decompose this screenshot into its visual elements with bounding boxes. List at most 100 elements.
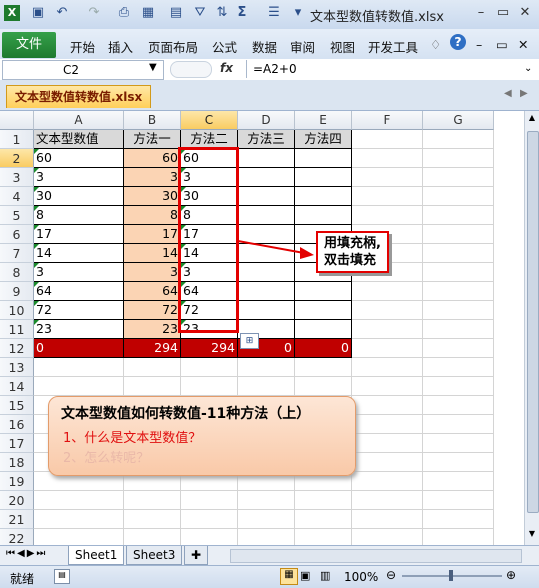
cell[interactable]: 0 [34,339,124,358]
cell[interactable] [423,396,494,415]
chevron-down-icon[interactable]: ▼ [149,62,157,73]
cell[interactable] [352,453,423,472]
borders-icon[interactable]: ▦ [140,5,156,21]
cell[interactable] [423,377,494,396]
filter-icon[interactable]: ⛛ [192,5,208,21]
cell[interactable] [423,415,494,434]
row-header[interactable]: 16 [0,415,34,434]
cell[interactable] [124,377,181,396]
cell[interactable] [423,358,494,377]
cell[interactable] [124,358,181,377]
column-header[interactable]: F [352,111,423,130]
row-header[interactable]: 7 [0,244,34,263]
tab-review[interactable]: 审阅 [290,37,315,56]
cell[interactable] [295,491,352,510]
print-preview-icon[interactable]: ⎙ [116,5,132,21]
sum-icon[interactable]: Σ [234,5,250,21]
row-header[interactable]: 20 [0,491,34,510]
cell[interactable] [238,149,295,168]
cell[interactable] [34,358,124,377]
cell[interactable]: 3 [124,168,181,187]
row-header[interactable]: 18 [0,453,34,472]
ribbon-restore-icon[interactable]: ▭ [496,37,508,52]
scroll-up-icon[interactable]: ▲ [527,113,537,125]
maximize-button[interactable]: ▭ [492,4,514,22]
cell[interactable]: 72 [124,301,181,320]
cell[interactable] [238,168,295,187]
row-header[interactable]: 4 [0,187,34,206]
cell[interactable] [423,472,494,491]
cell[interactable]: 294 [181,339,238,358]
row-header[interactable]: 2 [0,149,34,168]
tab-insert[interactable]: 插入 [108,37,133,56]
help-icon[interactable]: ? [450,34,466,50]
column-header[interactable]: E [295,111,352,130]
zoom-in-icon[interactable]: ⊕ [506,568,516,582]
cell[interactable] [352,168,423,187]
cell[interactable] [295,187,352,206]
cell[interactable] [352,491,423,510]
tab-scroll-right-icon[interactable]: ▶ [520,88,528,99]
cell[interactable] [34,510,124,529]
tab-data[interactable]: 数据 [252,37,277,56]
zoom-out-icon[interactable]: ⊖ [386,568,396,582]
cell[interactable] [352,282,423,301]
undo-icon[interactable]: ↶ [54,5,70,21]
row-header[interactable]: 19 [0,472,34,491]
scroll-thumb[interactable] [527,131,539,513]
cell[interactable] [352,130,423,149]
table-header-cell[interactable]: 文本型数值 [34,130,124,149]
cell[interactable] [423,529,494,545]
cell[interactable] [423,168,494,187]
cell[interactable] [295,206,352,225]
cell[interactable]: 23 [124,320,181,339]
row-header[interactable]: 11 [0,320,34,339]
page-layout-view-icon[interactable]: ▣ [300,569,310,582]
formula-input[interactable]: =A2+0 [246,60,520,78]
name-box[interactable]: C2 ▼ [2,60,164,80]
row-header[interactable]: 6 [0,225,34,244]
cell[interactable] [352,434,423,453]
cell[interactable] [181,510,238,529]
save-icon[interactable]: ▣ [30,5,46,21]
cell[interactable] [352,529,423,545]
cell[interactable] [34,491,124,510]
cell[interactable] [238,491,295,510]
cell[interactable] [352,149,423,168]
cell[interactable] [423,339,494,358]
cell[interactable] [295,529,352,545]
cell[interactable] [352,206,423,225]
tab-developer[interactable]: 开发工具 [368,37,418,56]
cell[interactable] [181,377,238,396]
cell[interactable] [423,149,494,168]
cell[interactable] [423,206,494,225]
tab-page-layout[interactable]: 页面布局 [148,37,198,56]
cell[interactable] [238,282,295,301]
select-all-corner[interactable] [0,111,34,130]
worksheet-grid[interactable]: A B C D E F G 1 文本型数值 方法一 方法二 方法三 方法四 2 60 60 60 3 3 3 3 4 30 3… [0,111,524,545]
column-header[interactable]: G [423,111,494,130]
macro-record-icon[interactable]: ▤ [54,569,70,584]
cell[interactable]: 8 [124,206,181,225]
cell[interactable] [238,301,295,320]
row-header[interactable]: 13 [0,358,34,377]
close-button[interactable]: ✕ [514,4,536,22]
cell[interactable] [352,510,423,529]
insert-sheet-icon[interactable]: ✚ [184,546,209,565]
cell[interactable]: 8 [34,206,124,225]
cell[interactable] [352,301,423,320]
scroll-down-icon[interactable]: ▼ [527,529,537,541]
cell[interactable]: 17 [34,225,124,244]
cell[interactable] [352,415,423,434]
redo-icon[interactable]: ↷ [86,5,102,21]
cell[interactable] [352,339,423,358]
cell[interactable] [352,187,423,206]
row-header[interactable]: 1 [0,130,34,149]
cell[interactable] [34,377,124,396]
cell[interactable]: 3 [34,263,124,282]
cell[interactable]: 64 [124,282,181,301]
cell[interactable] [124,491,181,510]
cell[interactable] [352,472,423,491]
cell[interactable]: 17 [124,225,181,244]
minimize-button[interactable]: – [470,4,492,22]
